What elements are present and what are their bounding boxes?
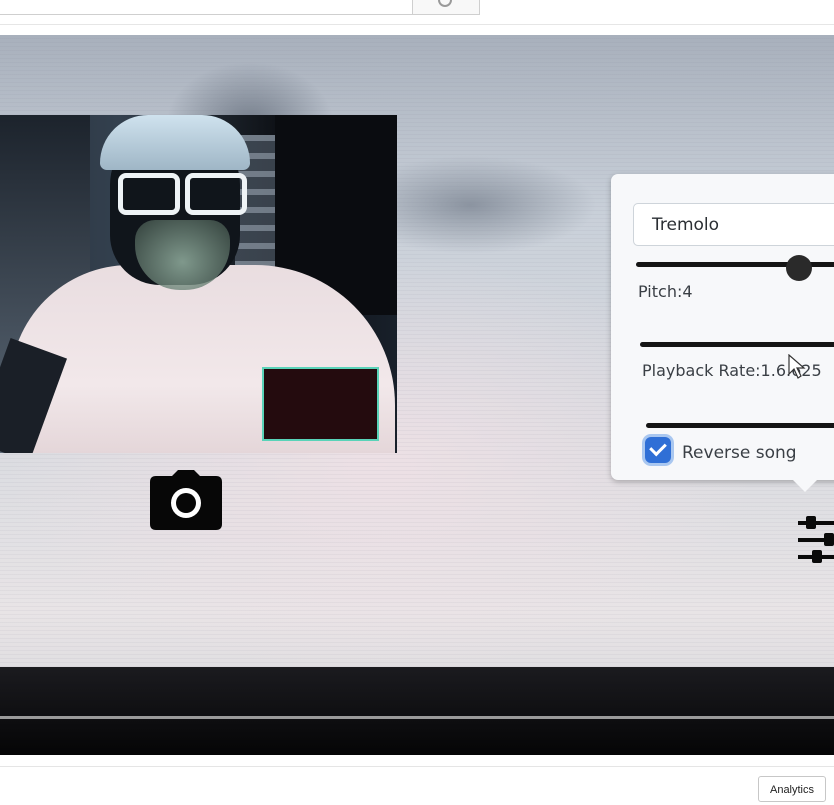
reverse-song-checkbox[interactable] bbox=[645, 437, 671, 463]
camera-icon-svg bbox=[150, 470, 222, 530]
check-icon bbox=[649, 438, 667, 457]
mouse-pointer-svg bbox=[788, 353, 806, 379]
detection-box bbox=[262, 367, 379, 441]
effect-slider[interactable] bbox=[646, 423, 834, 428]
mouse-pointer-icon bbox=[788, 353, 808, 380]
analytics-button[interactable]: Analytics bbox=[758, 776, 826, 802]
sliders-icon-svg bbox=[798, 516, 834, 563]
sliders-icon[interactable] bbox=[798, 513, 834, 565]
search-icon bbox=[438, 0, 452, 7]
pitch-label: Pitch:4 bbox=[638, 282, 693, 301]
monitor-bezel bbox=[0, 667, 834, 755]
search-input[interactable] bbox=[0, 0, 414, 15]
effect-select[interactable]: Tremolo bbox=[633, 203, 834, 246]
glasses-right-lens bbox=[185, 173, 247, 215]
person-cap bbox=[100, 115, 250, 170]
panel-pointer bbox=[793, 480, 817, 492]
bezel-edge bbox=[0, 716, 834, 719]
top-search-bar bbox=[0, 0, 834, 25]
camera-icon[interactable] bbox=[150, 470, 222, 530]
pitch-slider-thumb[interactable] bbox=[786, 255, 812, 281]
playback-rate-slider[interactable] bbox=[640, 342, 834, 347]
search-button[interactable] bbox=[412, 0, 480, 15]
reverse-song-label: Reverse song bbox=[682, 443, 797, 463]
bottom-bar bbox=[0, 766, 834, 805]
glasses-left-lens bbox=[118, 173, 180, 215]
